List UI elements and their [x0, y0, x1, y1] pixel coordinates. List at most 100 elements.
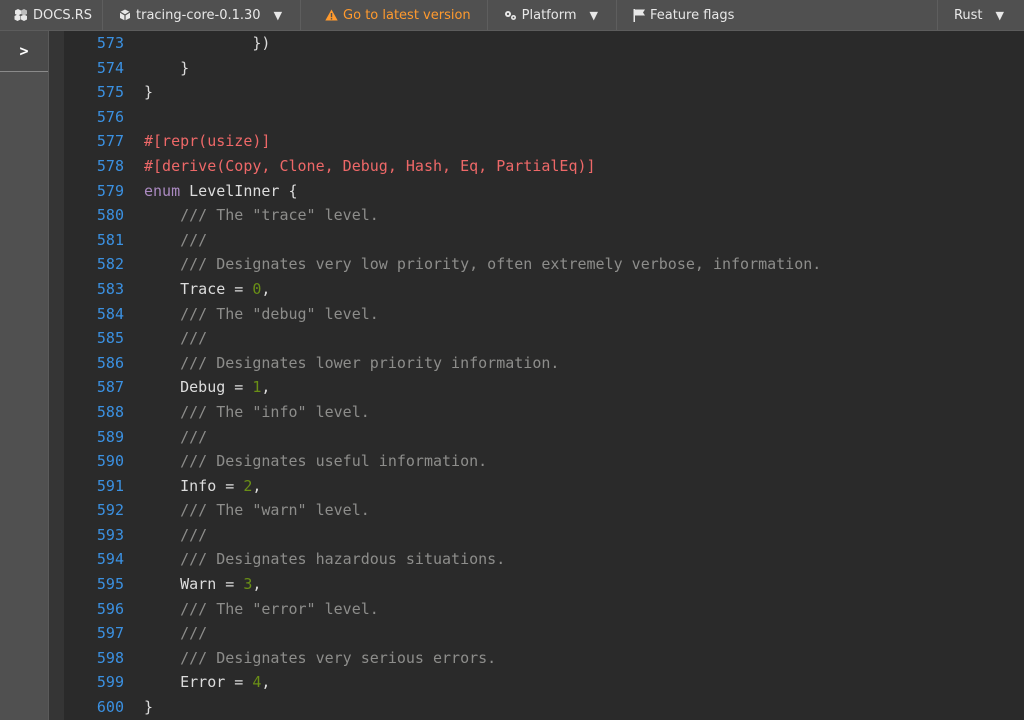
code-token: /// Designates very low priority, often …: [180, 255, 822, 274]
line-number-link[interactable]: 589: [64, 425, 144, 450]
line-number-link[interactable]: 593: [64, 523, 144, 548]
code-line: 581 ///: [64, 228, 821, 253]
code-line: 586 /// Designates lower priority inform…: [64, 351, 821, 376]
rust-docs-dropdown[interactable]: Rust ▼: [936, 0, 1024, 30]
code-line: 580 /// The "trace" level.: [64, 203, 821, 228]
go-to-latest-version-label: Go to latest version: [343, 7, 471, 23]
code-text: ///: [144, 425, 207, 450]
code-text: }: [144, 695, 153, 720]
feature-flags-label: Feature flags: [649, 7, 735, 23]
sidebar: >: [0, 31, 49, 720]
line-number-link[interactable]: 580: [64, 203, 144, 228]
code-line: 589 ///: [64, 425, 821, 450]
docs-rs-home-link[interactable]: DOCS.RS: [0, 0, 103, 30]
code-token: }: [144, 58, 190, 77]
code-text: /// The "warn" level.: [144, 498, 370, 523]
code-text: }: [144, 56, 189, 81]
code-token: /// The "trace" level.: [180, 206, 379, 225]
code-line: 575}: [64, 80, 821, 105]
line-number-link[interactable]: 585: [64, 326, 144, 351]
code-text: Error = 4,: [144, 670, 270, 695]
code-line: 582 /// Designates very low priority, of…: [64, 252, 821, 277]
line-number-link[interactable]: 575: [64, 80, 144, 105]
code-line: 573 }): [64, 31, 821, 56]
code-token: /// The "error" level.: [180, 599, 379, 618]
code-text: /// Designates useful information.: [144, 449, 487, 474]
line-number-link[interactable]: 581: [64, 228, 144, 253]
code-token: /// The "warn" level.: [180, 501, 370, 520]
code-line: 587 Debug = 1,: [64, 375, 821, 400]
line-number-link[interactable]: 576: [64, 105, 144, 130]
code-text: Trace = 0,: [144, 277, 270, 302]
top-navigation-bar: DOCS.RS tracing-core-0.1.30 ▼ Go to late…: [0, 0, 1024, 31]
code-line: 596 /// The "error" level.: [64, 597, 821, 622]
platform-dropdown[interactable]: Platform ▼: [488, 0, 617, 30]
code-line: 574 }: [64, 56, 821, 81]
line-number-link[interactable]: 599: [64, 670, 144, 695]
cube-icon: [119, 9, 131, 21]
line-number-link[interactable]: 598: [64, 646, 144, 671]
code-text: ///: [144, 523, 207, 548]
code-token: /// The "debug" level.: [180, 304, 379, 323]
code-token: ,: [252, 476, 262, 495]
code-text: ///: [144, 621, 207, 646]
crate-version-label: tracing-core-0.1.30: [136, 7, 261, 23]
line-number-link[interactable]: 590: [64, 449, 144, 474]
code-text: #[repr(usize)]: [144, 129, 270, 154]
line-number-link[interactable]: 600: [64, 695, 144, 720]
line-number-link[interactable]: 592: [64, 498, 144, 523]
sidebar-toggle-button[interactable]: >: [0, 31, 48, 72]
line-number-link[interactable]: 596: [64, 597, 144, 622]
line-number-link[interactable]: 573: [64, 31, 144, 56]
code-line: 578 #[derive(Copy, Clone, Debug, Hash, Eq…: [64, 154, 821, 179]
code-line: 600}: [64, 695, 821, 720]
code-text: /// The "info" level.: [144, 400, 370, 425]
code-line: 588 /// The "info" level.: [64, 400, 821, 425]
code-line: 579 enum LevelInner {: [64, 179, 821, 204]
cubes-icon: [14, 9, 28, 21]
crate-version-dropdown[interactable]: tracing-core-0.1.30 ▼: [103, 0, 302, 30]
line-number-link[interactable]: 586: [64, 351, 144, 376]
line-number-link[interactable]: 591: [64, 474, 144, 499]
line-number-link[interactable]: 578: [64, 154, 144, 179]
line-number-link[interactable]: 597: [64, 621, 144, 646]
code-line: 583 Trace = 0,: [64, 277, 821, 302]
code-text: /// Designates very low priority, often …: [144, 252, 821, 277]
line-number-link[interactable]: 579: [64, 179, 144, 204]
code-token: ,: [261, 378, 271, 397]
source-code-viewer: 573 }) 574 } 575} 576 577 #[repr(usize)] 578 #[…: [64, 31, 1024, 720]
code-token: }: [144, 698, 154, 717]
line-number-link[interactable]: 582: [64, 252, 144, 277]
line-number-link[interactable]: 584: [64, 302, 144, 327]
line-number-link[interactable]: 583: [64, 277, 144, 302]
line-number-link[interactable]: 574: [64, 56, 144, 81]
line-number-link[interactable]: 595: [64, 572, 144, 597]
code-token: /// The "info" level.: [180, 402, 370, 421]
code-text: }: [144, 80, 153, 105]
go-to-latest-version-link[interactable]: Go to latest version: [301, 0, 488, 30]
feature-flags-link[interactable]: Feature flags: [617, 0, 750, 30]
code-token: Trace =: [144, 279, 253, 298]
rust-label: Rust: [953, 7, 983, 23]
line-number-link[interactable]: 577: [64, 129, 144, 154]
line-number-link[interactable]: 594: [64, 547, 144, 572]
code-token: enum: [144, 181, 181, 200]
code-token: ///: [180, 525, 208, 544]
chevron-down-icon: ▼: [589, 8, 598, 22]
code-token: /// Designates useful information.: [180, 452, 488, 471]
code-text: ///: [144, 326, 207, 351]
line-number-link[interactable]: 588: [64, 400, 144, 425]
code-token: }): [144, 34, 271, 52]
line-number-link[interactable]: 587: [64, 375, 144, 400]
code-line: 597 ///: [64, 621, 821, 646]
code-token: Warn =: [144, 575, 244, 594]
